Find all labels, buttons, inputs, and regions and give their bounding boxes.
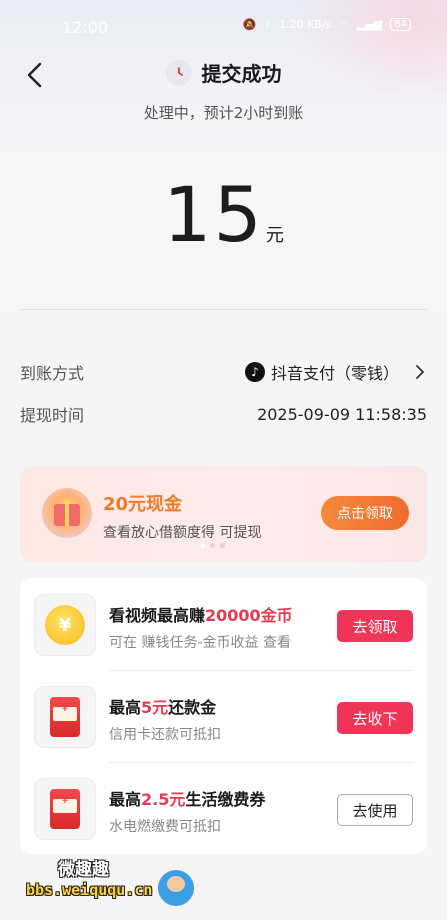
- status-icons: 🔕 ᛒ 1.20 KB/s ◠ ▂▄▆ 84: [243, 18, 411, 31]
- status-time: 12:00: [62, 18, 109, 37]
- red-envelope-icon: ¥: [34, 686, 96, 748]
- promo-description: 查看放心借额度得 可提现: [103, 525, 262, 541]
- page-title: 提交成功: [201, 62, 282, 86]
- divider: [20, 309, 427, 310]
- signal-icon: ▂▄▆: [356, 18, 383, 31]
- chevron-right-icon: [416, 365, 425, 379]
- coin-icon: ¥: [34, 594, 96, 656]
- task-use-button[interactable]: 去使用: [337, 794, 413, 826]
- watermark-line2: bbs.weiququ.cn: [26, 881, 153, 899]
- promo-title: 20元现金: [103, 494, 183, 515]
- red-envelope-icon: ¥: [34, 778, 96, 840]
- amount-value: 15: [163, 170, 264, 259]
- task-list: ¥ 看视频最高赚20000金币 可在 赚钱任务-金币收益 查看 去领取 ¥ 最高…: [20, 578, 427, 854]
- gift-box-icon: [42, 488, 92, 538]
- payout-method-row[interactable]: 到账方式 ♪ 抖音支付（零钱）: [20, 360, 427, 384]
- withdraw-time-label: 提现时间: [20, 406, 85, 425]
- withdraw-time-value: 2025-09-09 11:58:35: [257, 404, 427, 424]
- amount-unit: 元: [265, 225, 284, 246]
- withdraw-time-row: 提现时间 2025-09-09 11:58:35: [20, 402, 427, 426]
- page-header: 提交成功: [0, 56, 447, 96]
- title-group: 提交成功: [0, 58, 447, 87]
- carousel-dot: [220, 543, 225, 548]
- bluetooth-icon: ᛒ: [264, 18, 272, 31]
- wifi-icon: ◠: [339, 18, 349, 31]
- status-bar: 12:00 🔕 ᛒ 1.20 KB/s ◠ ▂▄▆ 84: [0, 0, 447, 56]
- battery-indicator: 84: [390, 18, 411, 31]
- task-description: 水电燃缴费可抵扣: [109, 819, 221, 835]
- divider: [109, 670, 414, 671]
- claim-button[interactable]: 点击领取: [321, 496, 409, 530]
- task-title: 看视频最高赚20000金币: [109, 606, 293, 625]
- carousel-dots: [200, 543, 225, 548]
- task-title: 最高5元还款金: [109, 698, 217, 717]
- task-item: ¥ 最高5元还款金 信用卡还款可抵扣 去收下: [20, 672, 427, 758]
- payout-method-label: 到账方式: [20, 364, 85, 383]
- clock-icon: [165, 59, 192, 86]
- carousel-dot: [200, 543, 205, 548]
- carousel-dot: [210, 543, 215, 548]
- network-speed: 1.20 KB/s: [279, 18, 332, 31]
- withdraw-amount: 15 元: [0, 170, 447, 259]
- task-accept-button[interactable]: 去收下: [337, 702, 413, 734]
- page-subtitle: 处理中，预计2小时到账: [143, 104, 304, 122]
- payout-method-value: 抖音支付（零钱）: [270, 364, 399, 383]
- task-description: 信用卡还款可抵扣: [109, 727, 221, 743]
- task-item: ¥ 最高2.5元生活缴费券 水电燃缴费可抵扣 去使用: [20, 764, 427, 850]
- mascot-icon: [158, 870, 194, 906]
- watermark-line1: 微趣趣: [58, 860, 109, 880]
- task-title: 最高2.5元生活缴费券: [109, 790, 266, 809]
- douyin-pay-icon: ♪: [244, 362, 265, 382]
- payout-method-value-group: ♪ 抖音支付（零钱）: [244, 360, 427, 384]
- task-claim-button[interactable]: 去领取: [337, 610, 413, 642]
- task-description: 可在 赚钱任务-金币收益 查看: [109, 635, 291, 651]
- mute-icon: 🔕: [242, 18, 257, 31]
- task-item: ¥ 看视频最高赚20000金币 可在 赚钱任务-金币收益 查看 去领取: [20, 580, 427, 666]
- watermark: 微趣趣 bbs.weiququ.cn: [20, 852, 220, 912]
- divider: [109, 762, 414, 763]
